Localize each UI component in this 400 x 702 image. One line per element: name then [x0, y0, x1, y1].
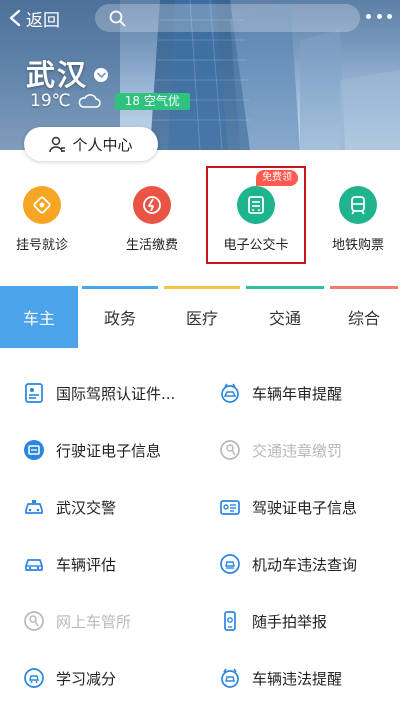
violation-alert-icon	[218, 666, 242, 690]
service-label: 学习减分	[56, 669, 117, 688]
service-item[interactable]: 交通违章缴罚	[218, 435, 342, 465]
service-item[interactable]: 学习减分	[22, 663, 116, 693]
city-name: 武汉	[26, 58, 89, 92]
back-button[interactable]: 返回	[8, 5, 60, 31]
service-item[interactable]: 网上车管所	[22, 606, 131, 636]
service-item[interactable]: 驾驶证电子信息	[218, 492, 357, 522]
online-dmv-icon	[22, 609, 46, 633]
service-item[interactable]: 机动车违法查询	[218, 549, 357, 579]
service-label: 行驶证电子信息	[56, 441, 162, 460]
personal-center-button[interactable]: 个人中心	[24, 127, 158, 161]
top-bar: 返回	[0, 0, 400, 38]
service-item[interactable]: 武汉交警	[22, 492, 116, 522]
quick-service-metro-ticket[interactable]: 地铁购票	[318, 186, 398, 253]
more-menu-button[interactable]	[366, 8, 392, 24]
service-item[interactable]: 车辆违法提醒	[218, 663, 342, 693]
air-quality-badge: 18 空气优	[114, 92, 190, 110]
service-item[interactable]: 车辆评估	[22, 549, 116, 579]
back-label: 返回	[26, 10, 60, 31]
study-points-icon	[22, 666, 46, 690]
traffic-fine-icon	[218, 438, 242, 462]
service-label: 车辆违法提醒	[252, 669, 343, 688]
car-evaluation-icon	[22, 552, 46, 576]
vehicle-license-icon	[22, 438, 46, 462]
chevron-left-icon	[9, 9, 21, 27]
user-icon	[49, 136, 66, 152]
category-tabs: 车主 政务 医疗 交通 综合	[0, 286, 400, 348]
tab-label: 车主	[22, 309, 55, 328]
tab-medical[interactable]: 医疗	[162, 286, 242, 348]
quick-services: 挂号就诊 生活缴费 电子公交卡 地铁购票	[0, 180, 400, 270]
service-item[interactable]: 随手拍举报	[218, 606, 327, 636]
service-label: 网上车管所	[56, 612, 132, 631]
service-label: 国际驾照认证件...	[56, 384, 176, 403]
hospital-registration-icon	[23, 186, 61, 224]
tab-transport[interactable]: 交通	[244, 286, 326, 348]
quick-service-utility-payment[interactable]: 生活缴费	[112, 186, 192, 253]
quick-service-label: 地铁购票	[331, 238, 384, 253]
metro-ticket-icon	[339, 186, 377, 224]
quick-service-label: 挂号就诊	[15, 238, 68, 253]
service-label: 机动车违法查询	[252, 555, 358, 574]
violation-query-icon	[218, 552, 242, 576]
license-doc-icon	[22, 381, 46, 405]
driver-license-icon	[218, 495, 242, 519]
service-item[interactable]: 行驶证电子信息	[22, 435, 161, 465]
service-label: 车辆年审提醒	[252, 384, 343, 403]
city-selector[interactable]: 武汉	[26, 52, 109, 94]
tab-label: 政务	[103, 309, 136, 328]
chevron-down-icon	[94, 68, 109, 82]
temperature: 19℃	[30, 91, 71, 111]
service-item[interactable]: 车辆年审提醒	[218, 378, 342, 408]
service-label: 交通违章缴罚	[252, 441, 343, 460]
quick-service-hospital-registration[interactable]: 挂号就诊	[2, 186, 82, 253]
service-label: 武汉交警	[56, 498, 117, 517]
phone-report-icon	[218, 609, 242, 633]
service-item[interactable]: 国际驾照认证件...	[22, 378, 175, 408]
search-input[interactable]	[95, 4, 360, 32]
cloud-icon	[78, 94, 101, 108]
car-inspection-icon	[218, 381, 242, 405]
tab-label: 综合	[347, 309, 380, 328]
search-icon	[109, 10, 126, 26]
service-label: 驾驶证电子信息	[252, 498, 358, 517]
tab-car-owner[interactable]: 车主	[0, 286, 78, 348]
tab-label: 医疗	[185, 309, 218, 328]
tab-general[interactable]: 综合	[328, 286, 400, 348]
tab-label: 交通	[268, 309, 301, 328]
police-car-icon	[22, 495, 46, 519]
service-label: 随手拍举报	[252, 612, 328, 631]
quick-service-label: 生活缴费	[125, 238, 178, 253]
free-badge: 免费领	[256, 170, 298, 186]
personal-center-label: 个人中心	[72, 135, 133, 154]
utility-payment-icon	[133, 186, 171, 224]
service-label: 车辆评估	[56, 555, 117, 574]
tab-government[interactable]: 政务	[80, 286, 160, 348]
weather-info: 19℃ 18 空气优	[30, 91, 190, 111]
